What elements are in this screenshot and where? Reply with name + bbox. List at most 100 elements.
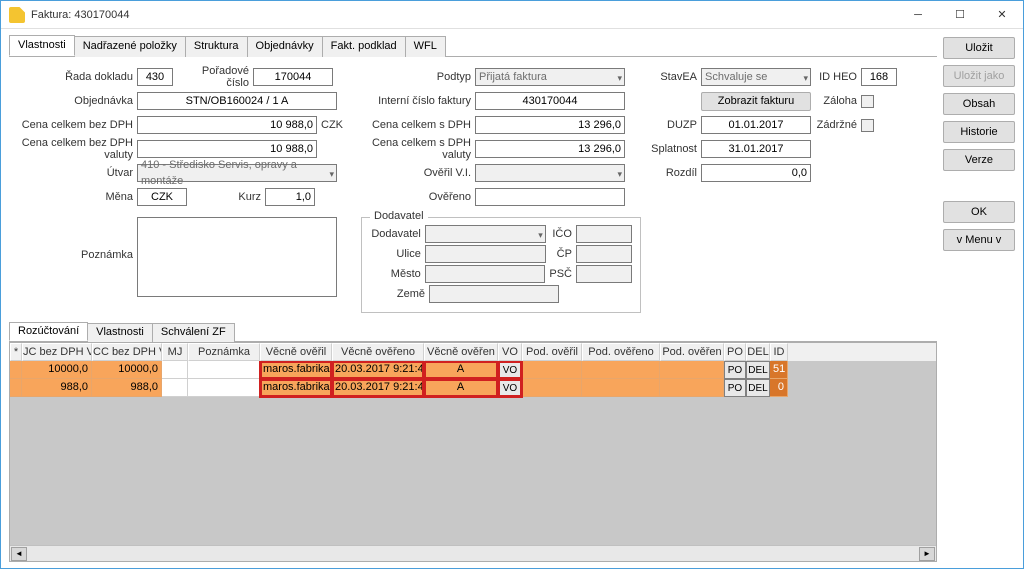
- label-psc: PSČ: [549, 268, 572, 280]
- maximize-button[interactable]: ☐: [939, 1, 981, 29]
- menu-button[interactable]: v Menu v: [943, 229, 1015, 251]
- select-overil[interactable]: [475, 164, 625, 182]
- select-podtyp[interactable]: Přijatá faktura: [475, 68, 625, 86]
- textarea-poznamka[interactable]: [137, 217, 337, 297]
- input-cena-s-val[interactable]: 13 296,0: [475, 140, 625, 158]
- input-mena[interactable]: CZK: [137, 188, 187, 206]
- close-button[interactable]: ✕: [981, 1, 1023, 29]
- checkbox-zaloha[interactable]: [861, 95, 874, 108]
- tab-struktura[interactable]: Struktura: [185, 36, 248, 57]
- main-tabs: Vlastnosti Nadřazené položky Struktura O…: [9, 35, 937, 57]
- vo-button[interactable]: VO: [498, 379, 522, 397]
- label-cena-bez-val: Cena celkem bez DPH valuty: [13, 137, 133, 161]
- col-po[interactable]: Pod. ověřil: [522, 343, 582, 361]
- input-cena-s[interactable]: 13 296,0: [475, 116, 625, 134]
- del-button[interactable]: DEL: [746, 361, 770, 379]
- app-window: Faktura: 430170044 ─ ☐ ✕ Vlastnosti Nadř…: [0, 0, 1024, 569]
- horizontal-scrollbar[interactable]: ◄ ►: [10, 545, 936, 561]
- input-poradove[interactable]: 170044: [253, 68, 333, 86]
- save-button[interactable]: Uložit: [943, 37, 1015, 59]
- input-cena-bez-val[interactable]: 10 988,0: [137, 140, 317, 158]
- label-utvar: Útvar: [13, 167, 133, 179]
- data-grid[interactable]: * JC bez DPH Val CC bez DPH Val MJ Pozná…: [9, 342, 937, 562]
- table-row[interactable]: 988,0 988,0 maros.fabrika 20.03.2017 9:2…: [10, 379, 936, 397]
- scroll-left-icon[interactable]: ◄: [11, 547, 27, 561]
- col-vo[interactable]: Věcně ověřil: [260, 343, 332, 361]
- col-jc[interactable]: JC bez DPH Val: [22, 343, 92, 361]
- label-ulice: Ulice: [370, 248, 421, 260]
- del-button[interactable]: DEL: [746, 379, 770, 397]
- col-pozn[interactable]: Poznámka: [188, 343, 260, 361]
- label-cena-s-val: Cena celkem s DPH valuty: [361, 137, 471, 161]
- save-as-button[interactable]: Uložit jako: [943, 65, 1015, 87]
- label-stavea: StavEA: [649, 71, 697, 83]
- select-utvar[interactable]: 410 - Středisko Servis, opravy a montáže: [137, 164, 337, 182]
- label-podtyp: Podtyp: [361, 71, 471, 83]
- input-rozdil[interactable]: 0,0: [701, 164, 811, 182]
- content-button[interactable]: Obsah: [943, 93, 1015, 115]
- label-idheo: ID HEO: [815, 71, 857, 83]
- itab-rozuctovani[interactable]: Rozúčtování: [9, 322, 88, 341]
- tab-fakt-podklad[interactable]: Fakt. podklad: [322, 36, 406, 57]
- label-cp: ČP: [550, 248, 572, 260]
- col-pob[interactable]: PO: [724, 343, 746, 361]
- label-objednavka: Objednávka: [13, 95, 133, 107]
- input-cena-bez[interactable]: 10 988,0: [137, 116, 317, 134]
- select-dodavatel[interactable]: [425, 225, 546, 243]
- scroll-right-icon[interactable]: ►: [919, 547, 935, 561]
- col-del[interactable]: DEL: [746, 343, 770, 361]
- label-splatnost: Splatnost: [649, 143, 697, 155]
- input-zeme: [429, 285, 559, 303]
- form-area: Řada dokladu 430 Pořadové číslo 170044 O…: [9, 57, 937, 319]
- input-kurz[interactable]: 1,0: [265, 188, 315, 206]
- input-idheo[interactable]: 168: [861, 68, 897, 86]
- col-pon[interactable]: Pod. ověřen: [660, 343, 724, 361]
- checkbox-zadrzne[interactable]: [861, 119, 874, 132]
- minimize-button[interactable]: ─: [897, 1, 939, 29]
- input-splatnost[interactable]: 31.01.2017: [701, 140, 811, 158]
- col-cc[interactable]: CC bez DPH Val: [92, 343, 162, 361]
- input-duzp[interactable]: 01.01.2017: [701, 116, 811, 134]
- table-row[interactable]: 10000,0 10000,0 maros.fabrika 20.03.2017…: [10, 361, 936, 379]
- label-overil: Ověřil V.I.: [361, 167, 471, 179]
- label-zaloha: Záloha: [815, 95, 857, 107]
- input-ico: [576, 225, 632, 243]
- po-button[interactable]: PO: [724, 379, 746, 397]
- vo-button[interactable]: VO: [498, 361, 522, 379]
- select-stavea[interactable]: Schvaluje se: [701, 68, 811, 86]
- itab-vlastnosti[interactable]: Vlastnosti: [87, 323, 153, 342]
- col-mj[interactable]: MJ: [162, 343, 188, 361]
- col-star[interactable]: *: [10, 343, 22, 361]
- label-interni: Interní číslo faktury: [361, 95, 471, 107]
- label-duzp: DUZP: [649, 119, 697, 131]
- label-zadrzne: Zádržné: [815, 119, 857, 131]
- tab-objednavky[interactable]: Objednávky: [247, 36, 323, 57]
- po-button[interactable]: PO: [724, 361, 746, 379]
- input-overeno[interactable]: [475, 188, 625, 206]
- tab-wfl[interactable]: WFL: [405, 36, 446, 57]
- inner-tabs: Rozúčtování Vlastnosti Schválení ZF: [9, 322, 937, 342]
- grid-body[interactable]: 10000,0 10000,0 maros.fabrika 20.03.2017…: [10, 361, 936, 545]
- input-mesto: [425, 265, 546, 283]
- button-zobrazit-fakturu[interactable]: Zobrazit fakturu: [701, 92, 811, 111]
- tab-nadrazene[interactable]: Nadřazené položky: [74, 36, 186, 57]
- title-bar[interactable]: Faktura: 430170044 ─ ☐ ✕: [1, 1, 1023, 29]
- col-vov[interactable]: Věcně ověřeno: [332, 343, 424, 361]
- ok-button[interactable]: OK: [943, 201, 1015, 223]
- grid-header: * JC bez DPH Val CC bez DPH Val MJ Pozná…: [10, 343, 936, 361]
- version-button[interactable]: Verze: [943, 149, 1015, 171]
- col-vob[interactable]: VO: [498, 343, 522, 361]
- input-objednavka[interactable]: STN/OB160024 / 1 A: [137, 92, 337, 110]
- history-button[interactable]: Historie: [943, 121, 1015, 143]
- input-rada[interactable]: 430: [137, 68, 173, 86]
- label-dodavatel: Dodavatel: [370, 228, 421, 240]
- itab-schvaleni[interactable]: Schválení ZF: [152, 323, 235, 342]
- label-kurz: Kurz: [191, 191, 261, 203]
- label-cena-bez: Cena celkem bez DPH: [13, 119, 133, 131]
- tab-vlastnosti[interactable]: Vlastnosti: [9, 35, 75, 56]
- col-von[interactable]: Věcně ověřen: [424, 343, 498, 361]
- input-interni[interactable]: 430170044: [475, 92, 625, 110]
- col-pov[interactable]: Pod. ověřeno: [582, 343, 660, 361]
- legend-dodavatel: Dodavatel: [370, 210, 428, 222]
- col-id[interactable]: ID: [770, 343, 788, 361]
